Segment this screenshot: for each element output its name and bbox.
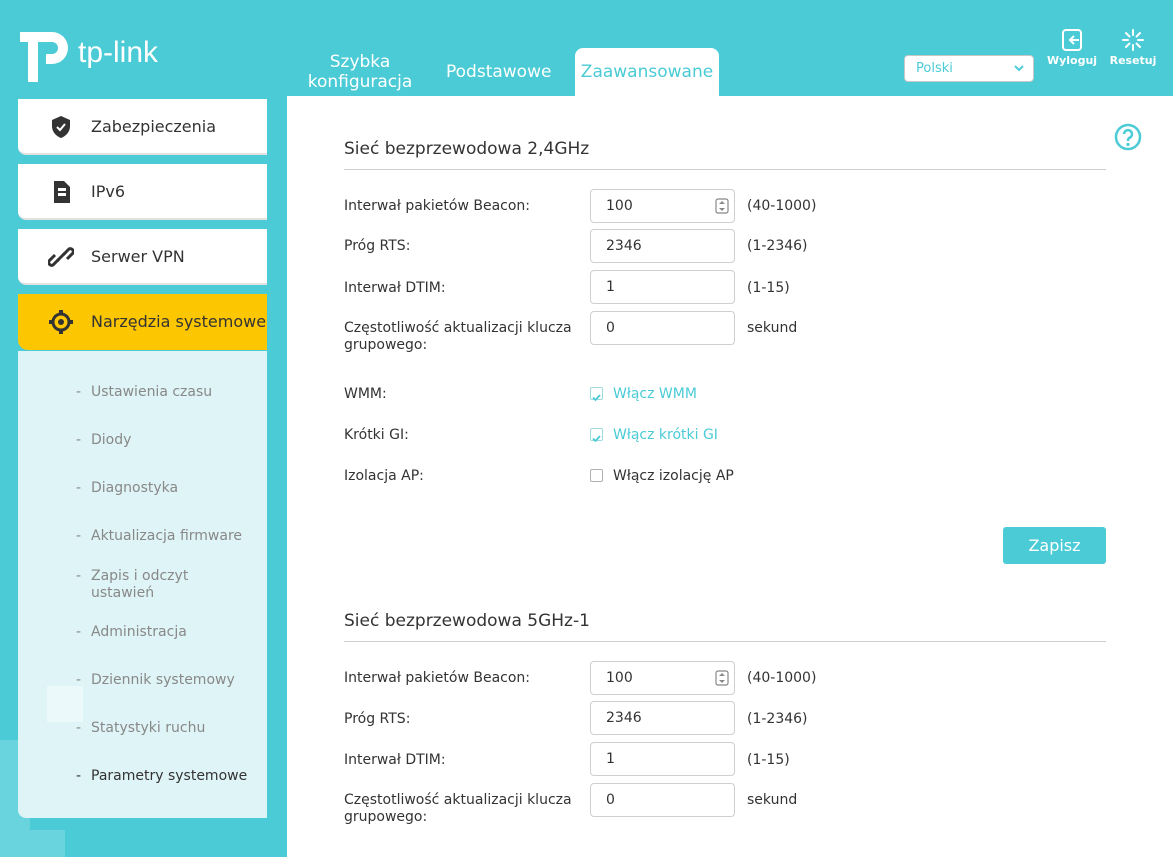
beacon-interval-hint: (40-1000) [747, 198, 817, 214]
beacon-interval-label: Interwał pakietów Beacon: [344, 198, 530, 214]
brand-name: tp-link [78, 36, 159, 69]
dtim-interval-value: 1 [606, 751, 615, 767]
submenu-dash: - [76, 768, 82, 784]
spinner-control-icon[interactable] [715, 670, 729, 686]
ap-isolation-checkbox[interactable] [590, 469, 603, 482]
help-icon[interactable] [1114, 123, 1142, 151]
dtim-interval-hint: (1-15) [747, 752, 790, 768]
group-key-update-label: Częstotliwość aktualizacji klucza grupow… [344, 792, 572, 825]
sidebar-item-label: Narzędzia systemowe [91, 312, 267, 331]
system-tools-submenu: - Ustawienia czasu - Diody - Diagnostyka -A… [18, 351, 267, 818]
rts-threshold-input[interactable]: 2346 [590, 229, 735, 263]
sidebar-item-security[interactable]: Zabezpieczenia [18, 99, 267, 155]
sidebar-item-ipv6[interactable]: IPv6 [18, 164, 267, 220]
section-title: Sieć bezprzewodowa 2,4GHz [344, 139, 590, 159]
language-select[interactable]: Polski [904, 55, 1034, 82]
dtim-interval-hint: (1-15) [747, 280, 790, 296]
group-key-update-value: 0 [606, 320, 615, 336]
submenu-dash: - [76, 672, 82, 688]
gear-icon [49, 310, 73, 334]
group-key-update-hint: sekund [747, 320, 798, 336]
sidebar-item-label: Zabezpieczenia [91, 117, 217, 136]
group-key-update-input[interactable]: 0 [590, 783, 735, 817]
submenu-dash: - [76, 720, 82, 736]
rts-threshold-hint: (1-2346) [747, 238, 808, 254]
submenu-dash: - [76, 528, 82, 544]
shield-icon [52, 116, 70, 138]
dtim-interval-label: Interwał DTIM: [344, 752, 446, 768]
save-button[interactable]: Zapisz [1003, 527, 1106, 564]
rts-threshold-value: 2346 [606, 238, 642, 254]
background-decoration [30, 830, 65, 857]
beacon-interval-value: 100 [606, 670, 633, 686]
group-key-update-label: Częstotliwość aktualizacji klucza grupow… [344, 320, 572, 353]
tab-quick-setup[interactable]: Szybka konfiguracja [290, 52, 430, 100]
sidebar-item-label: IPv6 [91, 182, 126, 201]
tab-advanced[interactable]: Zaawansowane [575, 48, 719, 97]
short-gi-option-label[interactable]: Włącz krótki GI [613, 427, 718, 443]
sidebar-item-label: Serwer VPN [91, 247, 185, 266]
loading-spinner-icon [1122, 29, 1144, 51]
ap-isolation-label: Izolacja AP: [344, 468, 424, 484]
ipv6-icon [54, 181, 70, 203]
rts-threshold-label: Próg RTS: [344, 711, 411, 727]
tab-quick-setup-line2: konfiguracja [307, 72, 413, 92]
link-icon [48, 247, 74, 267]
rts-threshold-input[interactable]: 2346 [590, 701, 735, 735]
beacon-interval-input[interactable]: 100 [590, 189, 735, 223]
reset-label: Resetuj [1109, 54, 1157, 67]
beacon-interval-label: Interwał pakietów Beacon: [344, 670, 530, 686]
chevron-down-icon [1014, 65, 1024, 72]
logout-icon [1062, 29, 1082, 51]
logout-label: Wyloguj [1046, 54, 1098, 67]
sidebar-item-system-tools[interactable]: Narzędzia systemowe [18, 294, 267, 350]
beacon-interval-hint: (40-1000) [747, 670, 817, 686]
reset-button[interactable]: Resetuj [1104, 28, 1162, 67]
rts-threshold-hint: (1-2346) [747, 711, 808, 727]
section-divider [344, 641, 1106, 642]
ap-isolation-option-label[interactable]: Włącz izolację AP [613, 468, 734, 484]
wmm-checkbox[interactable] [590, 387, 603, 402]
group-key-update-value: 0 [606, 792, 615, 808]
beacon-interval-value: 100 [606, 198, 633, 214]
section-divider [344, 169, 1106, 170]
submenu-dash: - [76, 624, 82, 640]
wmm-option-label[interactable]: Włącz WMM [613, 386, 697, 402]
rts-threshold-value: 2346 [606, 710, 642, 726]
dtim-interval-value: 1 [606, 279, 615, 295]
section-title: Sieć bezprzewodowa 5GHz-1 [344, 611, 590, 631]
submenu-dash: - [76, 384, 82, 400]
tab-basic[interactable]: Podstawowe [438, 48, 570, 96]
dtim-interval-label: Interwał DTIM: [344, 280, 446, 296]
rts-threshold-label: Próg RTS: [344, 238, 411, 254]
checkmark-icon [592, 435, 601, 443]
group-key-update-input[interactable]: 0 [590, 311, 735, 345]
tab-quick-setup-line1: Szybka [329, 52, 391, 72]
submenu-dash: - [76, 568, 82, 584]
submenu-dash: - [76, 480, 82, 496]
logout-button[interactable]: Wyloguj [1043, 28, 1101, 67]
language-selected-value: Polski [916, 61, 953, 76]
dtim-interval-input[interactable]: 1 [590, 270, 735, 304]
spinner-control-icon[interactable] [715, 198, 729, 214]
group-key-update-hint: sekund [747, 792, 798, 808]
short-gi-checkbox[interactable] [590, 428, 603, 443]
background-decoration [47, 686, 83, 722]
short-gi-label: Krótki GI: [344, 427, 409, 443]
wmm-label: WMM: [344, 386, 387, 402]
beacon-interval-input[interactable]: 100 [590, 661, 735, 695]
dtim-interval-input[interactable]: 1 [590, 742, 735, 776]
checkmark-icon [592, 394, 601, 402]
submenu-dash: - [76, 432, 82, 448]
sidebar-item-vpn-server[interactable]: Serwer VPN [18, 229, 267, 285]
